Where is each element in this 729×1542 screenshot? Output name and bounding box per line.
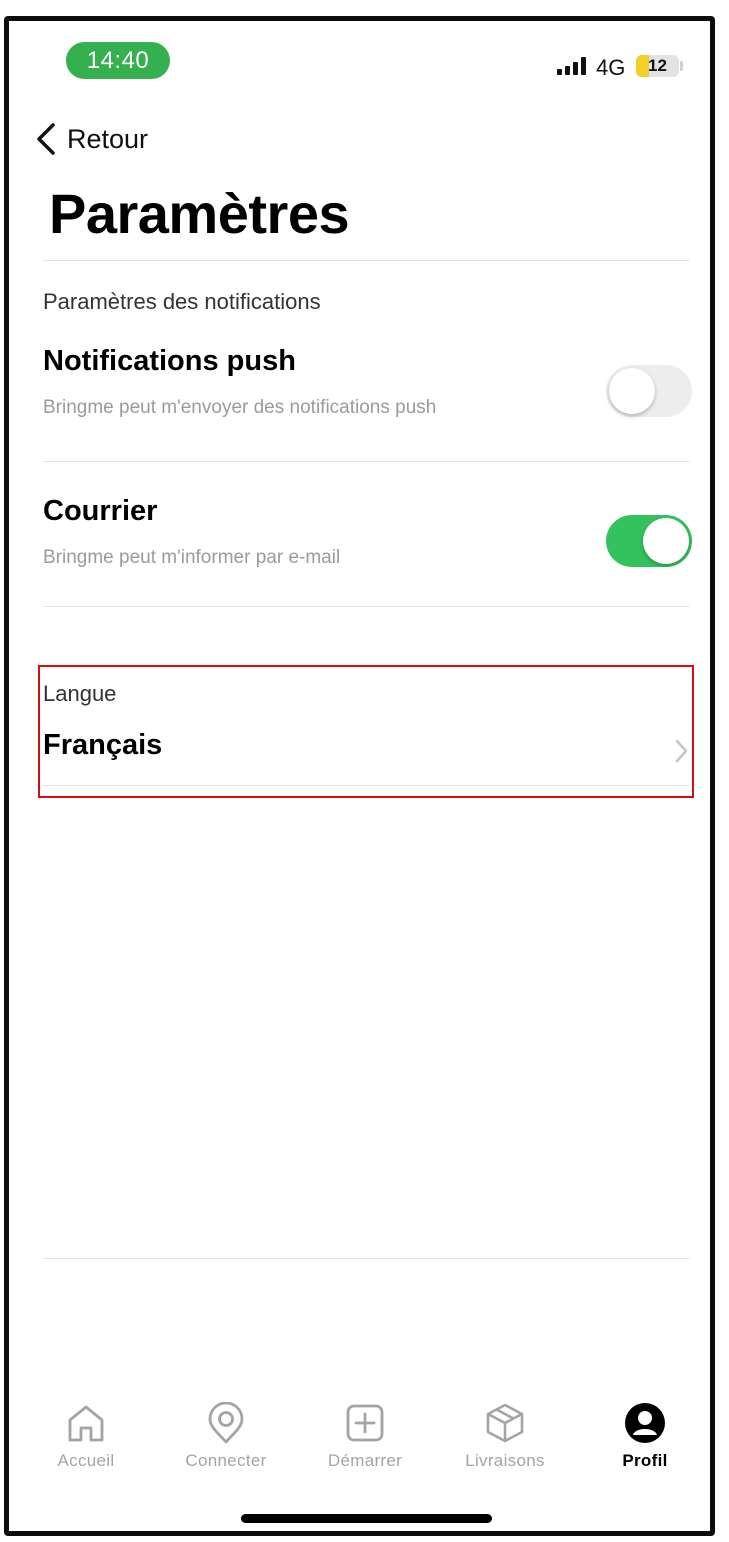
tab-label: Livraisons — [465, 1451, 545, 1470]
home-icon — [64, 1401, 108, 1445]
divider — [43, 606, 690, 607]
push-notifications-title: Notifications push — [43, 345, 296, 377]
toggle-knob — [643, 518, 689, 564]
location-pin-icon — [204, 1401, 248, 1445]
tab-label: Accueil — [57, 1451, 115, 1470]
phone-screen: 14:40 4G 12 Retour Paramètres Paramètres… — [4, 16, 715, 1536]
chevron-right-icon — [675, 739, 688, 763]
divider — [43, 260, 690, 261]
package-icon — [483, 1401, 527, 1445]
tab-label: Démarrer — [327, 1451, 403, 1470]
language-selector[interactable]: Français — [43, 721, 693, 775]
language-section-label: Langue — [43, 681, 117, 706]
tab-label: Profil — [622, 1451, 668, 1470]
tab-profil[interactable]: Profil — [585, 1401, 705, 1481]
tab-demarrer[interactable]: Démarrer — [305, 1401, 425, 1481]
mail-notifications-subtitle: Bringme peut m'informer par e-mail — [43, 547, 341, 568]
battery-tip — [680, 61, 683, 71]
mail-notifications-title: Courrier — [43, 495, 158, 527]
language-value: Français — [43, 729, 163, 761]
chevron-left-icon — [37, 123, 55, 155]
back-label: Retour — [67, 123, 149, 154]
tab-accueil[interactable]: Accueil — [26, 1401, 146, 1481]
tab-connecter[interactable]: Connecter — [166, 1401, 286, 1481]
battery-level: 12 — [648, 56, 667, 75]
network-type: 4G — [596, 55, 626, 80]
mail-notifications-toggle[interactable] — [606, 515, 692, 567]
push-notifications-toggle[interactable] — [606, 365, 692, 417]
push-notifications-subtitle: Bringme peut m'envoyer des notifications… — [43, 397, 437, 418]
profile-icon — [623, 1401, 667, 1445]
plus-square-icon — [343, 1401, 387, 1445]
page-title: Paramètres — [49, 182, 350, 245]
tab-label: Connecter — [185, 1451, 267, 1470]
tab-livraisons[interactable]: Livraisons — [445, 1401, 565, 1481]
divider — [43, 1258, 690, 1259]
divider — [43, 461, 690, 462]
tab-bar: Accueil Connecter Démarrer Livraisons Pr… — [9, 1401, 710, 1481]
cellular-signal-icon — [557, 57, 586, 75]
divider — [43, 785, 690, 786]
toggle-knob — [609, 368, 655, 414]
back-button[interactable]: Retour — [35, 119, 148, 159]
battery-icon: 12 — [636, 55, 679, 77]
home-indicator — [241, 1514, 492, 1523]
notifications-section-label: Paramètres des notifications — [43, 289, 321, 314]
status-time: 14:40 — [66, 42, 170, 79]
